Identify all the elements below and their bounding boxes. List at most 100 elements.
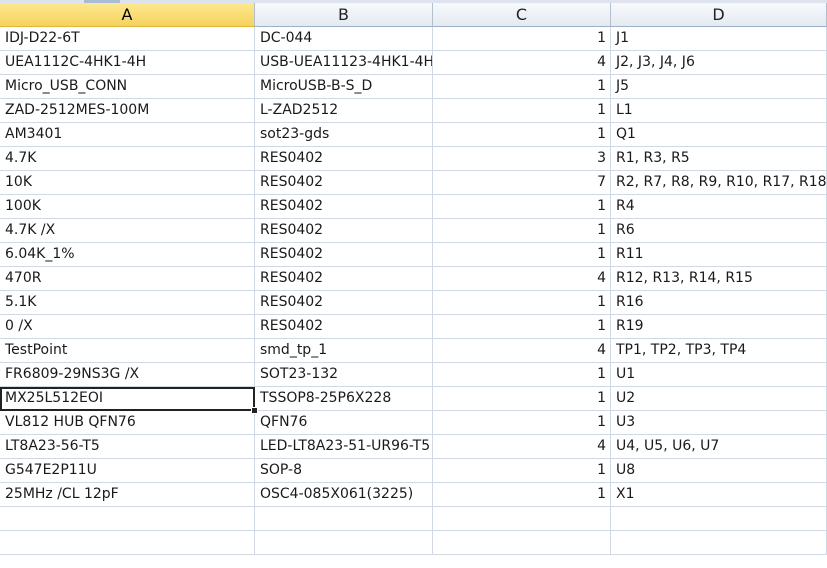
cell-a3[interactable]: Micro_USB_CONN bbox=[0, 75, 255, 99]
cell-b21[interactable] bbox=[255, 507, 433, 531]
cell-d1[interactable]: J1 bbox=[611, 27, 827, 51]
cell-c21[interactable] bbox=[433, 507, 611, 531]
cell-b17[interactable]: QFN76 bbox=[255, 411, 433, 435]
cell-b4[interactable]: L-ZAD2512 bbox=[255, 99, 433, 123]
cell-c14[interactable]: 4 bbox=[433, 339, 611, 363]
cell-a8[interactable]: 100K bbox=[0, 195, 255, 219]
cell-b20[interactable]: OSC4-085X061(3225) bbox=[255, 483, 433, 507]
cell-b15[interactable]: SOT23-132 bbox=[255, 363, 433, 387]
cell-d4[interactable]: L1 bbox=[611, 99, 827, 123]
cell-d15[interactable]: U1 bbox=[611, 363, 827, 387]
cell-b8[interactable]: RES0402 bbox=[255, 195, 433, 219]
cell-d3[interactable]: J5 bbox=[611, 75, 827, 99]
cell-a19[interactable]: G547E2P11U bbox=[0, 459, 255, 483]
cell-a5[interactable]: AM3401 bbox=[0, 123, 255, 147]
cell-b7[interactable]: RES0402 bbox=[255, 171, 433, 195]
table-row: VL812 HUB QFN76 QFN76 1 U3 bbox=[0, 411, 827, 435]
cell-c20[interactable]: 1 bbox=[433, 483, 611, 507]
cell-b12[interactable]: RES0402 bbox=[255, 291, 433, 315]
cell-c10[interactable]: 1 bbox=[433, 243, 611, 267]
cell-c17[interactable]: 1 bbox=[433, 411, 611, 435]
cell-c22[interactable] bbox=[433, 531, 611, 555]
cell-d9[interactable]: R6 bbox=[611, 219, 827, 243]
cell-c18[interactable]: 4 bbox=[433, 435, 611, 459]
cell-a16[interactable]: MX25L512EOI bbox=[0, 387, 255, 411]
cell-b19[interactable]: SOP-8 bbox=[255, 459, 433, 483]
spreadsheet: ABCD IDJ-D22-6T DC-044 1 J1 UEA1112C-4HK1-4H… bbox=[0, 0, 827, 568]
cell-b13[interactable]: RES0402 bbox=[255, 315, 433, 339]
cell-c15[interactable]: 1 bbox=[433, 363, 611, 387]
cell-d19[interactable]: U8 bbox=[611, 459, 827, 483]
cell-d22[interactable] bbox=[611, 531, 827, 555]
cell-a21[interactable] bbox=[0, 507, 255, 531]
column-header-b[interactable]: B bbox=[255, 3, 433, 27]
cell-a1[interactable]: IDJ-D22-6T bbox=[0, 27, 255, 51]
cell-c9[interactable]: 1 bbox=[433, 219, 611, 243]
cell-c6[interactable]: 3 bbox=[433, 147, 611, 171]
cell-d12[interactable]: R16 bbox=[611, 291, 827, 315]
cell-c4[interactable]: 1 bbox=[433, 99, 611, 123]
cell-grid: IDJ-D22-6T DC-044 1 J1 UEA1112C-4HK1-4H USB-U… bbox=[0, 27, 827, 555]
cell-d5[interactable]: Q1 bbox=[611, 123, 827, 147]
column-header-c[interactable]: C bbox=[433, 3, 611, 27]
cell-b10[interactable]: RES0402 bbox=[255, 243, 433, 267]
cell-c16[interactable]: 1 bbox=[433, 387, 611, 411]
cell-b16[interactable]: TSSOP8-25P6X228 bbox=[255, 387, 433, 411]
column-header-a[interactable]: A bbox=[0, 3, 255, 27]
cell-d20[interactable]: X1 bbox=[611, 483, 827, 507]
cell-c2[interactable]: 4 bbox=[433, 51, 611, 75]
cell-a20[interactable]: 25MHz /CL 12pF bbox=[0, 483, 255, 507]
cell-d6[interactable]: R1, R3, R5 bbox=[611, 147, 827, 171]
cell-c12[interactable]: 1 bbox=[433, 291, 611, 315]
cell-c3[interactable]: 1 bbox=[433, 75, 611, 99]
column-header-d[interactable]: D bbox=[611, 3, 827, 27]
table-row: IDJ-D22-6T DC-044 1 J1 bbox=[0, 27, 827, 51]
cell-d7[interactable]: R2, R7, R8, R9, R10, R17, R18 bbox=[611, 171, 827, 195]
cell-c19[interactable]: 1 bbox=[433, 459, 611, 483]
cell-d13[interactable]: R19 bbox=[611, 315, 827, 339]
cell-b2[interactable]: USB-UEA11123-4HK1-4H bbox=[255, 51, 433, 75]
cell-a7[interactable]: 10K bbox=[0, 171, 255, 195]
cell-b6[interactable]: RES0402 bbox=[255, 147, 433, 171]
cell-a11[interactable]: 470R bbox=[0, 267, 255, 291]
cell-a2[interactable]: UEA1112C-4HK1-4H bbox=[0, 51, 255, 75]
cell-c5[interactable]: 1 bbox=[433, 123, 611, 147]
cell-d8[interactable]: R4 bbox=[611, 195, 827, 219]
cell-a6[interactable]: 4.7K bbox=[0, 147, 255, 171]
cell-a15[interactable]: FR6809-29NS3G /X bbox=[0, 363, 255, 387]
cell-d10[interactable]: R11 bbox=[611, 243, 827, 267]
cell-b18[interactable]: LED-LT8A23-51-UR96-T5 bbox=[255, 435, 433, 459]
cell-a9[interactable]: 4.7K /X bbox=[0, 219, 255, 243]
cell-a17[interactable]: VL812 HUB QFN76 bbox=[0, 411, 255, 435]
cell-d11[interactable]: R12, R13, R14, R15 bbox=[611, 267, 827, 291]
cell-b22[interactable] bbox=[255, 531, 433, 555]
cell-d14[interactable]: TP1, TP2, TP3, TP4 bbox=[611, 339, 827, 363]
cell-a4[interactable]: ZAD-2512MES-100M bbox=[0, 99, 255, 123]
cell-d17[interactable]: U3 bbox=[611, 411, 827, 435]
table-row: 4.7K /X RES0402 1 R6 bbox=[0, 219, 827, 243]
cell-c11[interactable]: 4 bbox=[433, 267, 611, 291]
cell-b3[interactable]: MicroUSB-B-S_D bbox=[255, 75, 433, 99]
cell-b9[interactable]: RES0402 bbox=[255, 219, 433, 243]
cell-d16[interactable]: U2 bbox=[611, 387, 827, 411]
cell-c8[interactable]: 1 bbox=[433, 195, 611, 219]
cell-d18[interactable]: U4, U5, U6, U7 bbox=[611, 435, 827, 459]
cell-c7[interactable]: 7 bbox=[433, 171, 611, 195]
cell-a18[interactable]: LT8A23-56-T5 bbox=[0, 435, 255, 459]
cell-a14[interactable]: TestPoint bbox=[0, 339, 255, 363]
cell-d21[interactable] bbox=[611, 507, 827, 531]
cell-a13[interactable]: 0 /X bbox=[0, 315, 255, 339]
cell-a22[interactable] bbox=[0, 531, 255, 555]
cell-d2[interactable]: J2, J3, J4, J6 bbox=[611, 51, 827, 75]
cell-c1[interactable]: 1 bbox=[433, 27, 611, 51]
table-row: AM3401 sot23-gds 1 Q1 bbox=[0, 123, 827, 147]
fill-handle[interactable] bbox=[251, 407, 258, 414]
cell-b14[interactable]: smd_tp_1 bbox=[255, 339, 433, 363]
cell-b5[interactable]: sot23-gds bbox=[255, 123, 433, 147]
cell-c13[interactable]: 1 bbox=[433, 315, 611, 339]
cell-b11[interactable]: RES0402 bbox=[255, 267, 433, 291]
table-row: MX25L512EOI TSSOP8-25P6X228 1 U2 bbox=[0, 387, 827, 411]
cell-a10[interactable]: 6.04K_1% bbox=[0, 243, 255, 267]
cell-a12[interactable]: 5.1K bbox=[0, 291, 255, 315]
cell-b1[interactable]: DC-044 bbox=[255, 27, 433, 51]
